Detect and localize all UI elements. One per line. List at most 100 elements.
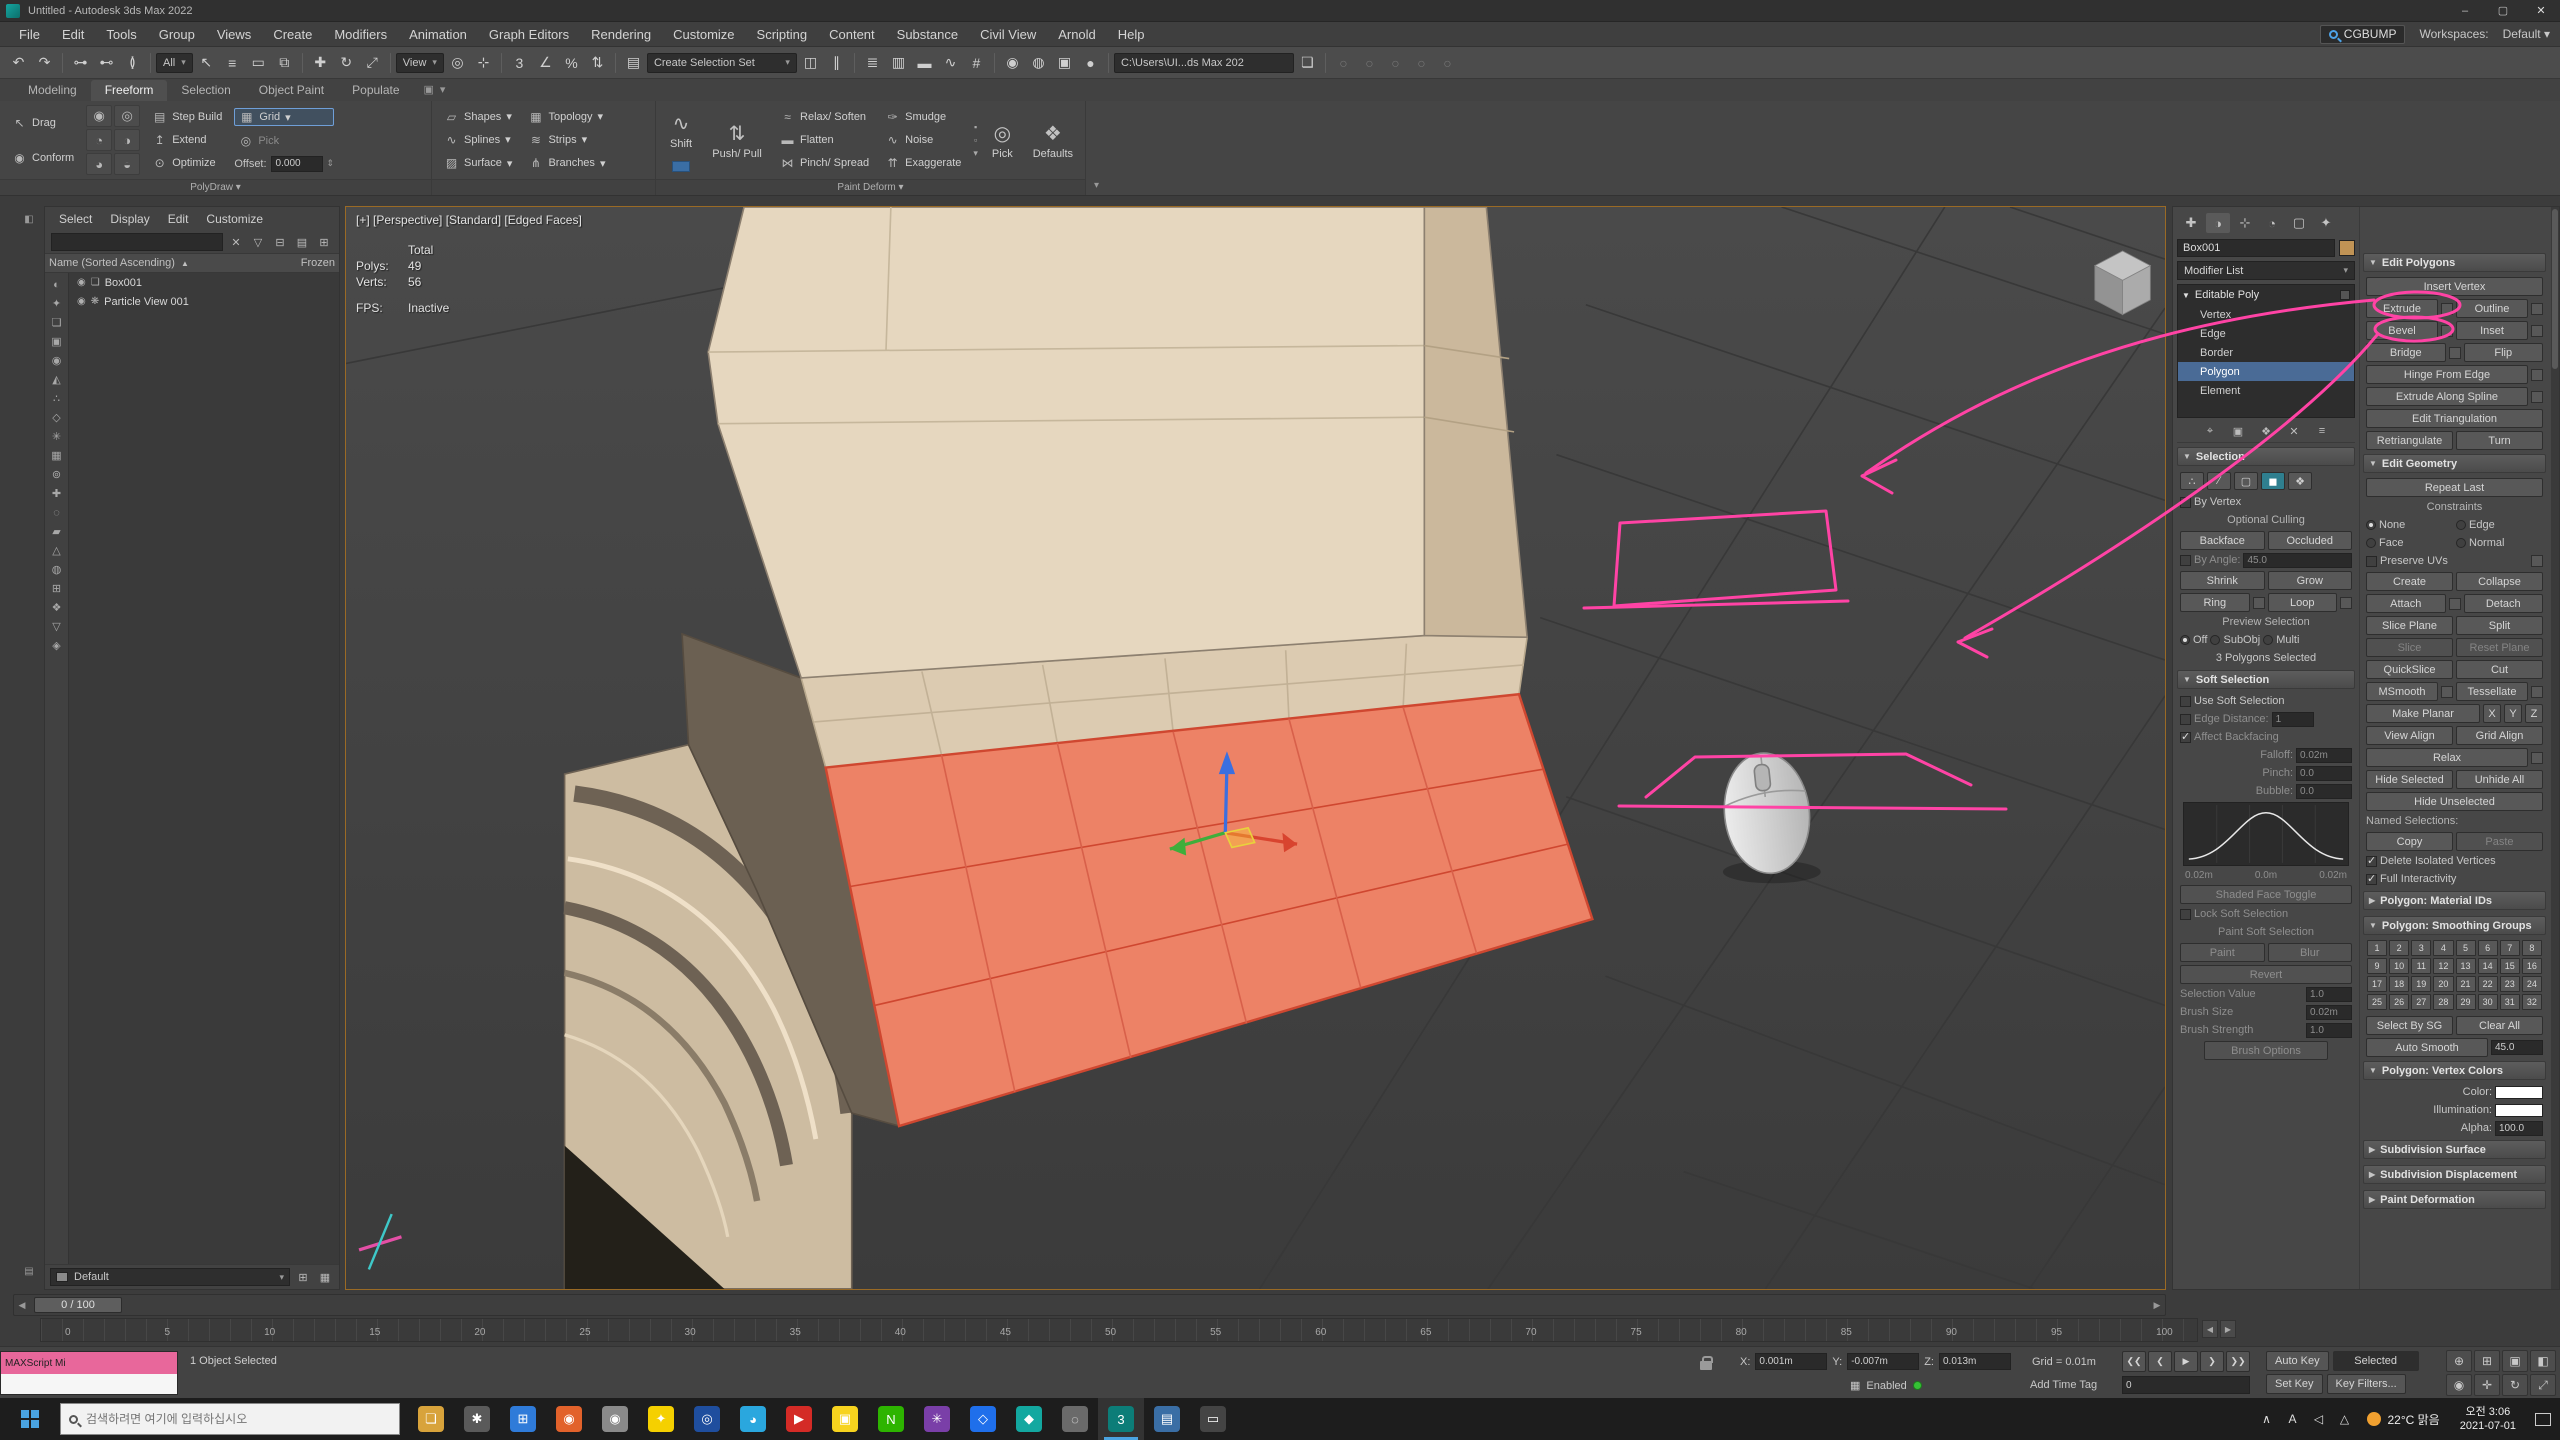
undo-icon[interactable]: ↶: [6, 51, 31, 75]
paint-deformation-rollout-header[interactable]: ▶Paint Deformation: [2363, 1190, 2546, 1209]
close-button[interactable]: ✕: [2522, 0, 2560, 22]
explorer-filter-icon[interactable]: ✦: [47, 294, 67, 313]
rectangular-selection-icon[interactable]: ▭: [246, 51, 271, 75]
ring-button[interactable]: Ring: [2180, 593, 2250, 612]
listener-line[interactable]: [1, 1374, 177, 1394]
smoothing-group-button[interactable]: 2: [2389, 940, 2409, 956]
stack-pin-icon[interactable]: [2340, 290, 2350, 300]
brush-options-button[interactable]: Brush Options: [2204, 1041, 2328, 1060]
grid-button[interactable]: ▦Grid▾: [234, 108, 334, 126]
insert-vertex-button[interactable]: Insert Vertex: [2366, 277, 2543, 296]
toolbar-separator[interactable]: [615, 53, 616, 73]
list-item[interactable]: ◉ ❏ Box001: [69, 273, 339, 292]
delete-isolated-vertices-checkbox[interactable]: [2366, 856, 2377, 867]
paint-mini-icon[interactable]: ▪: [973, 122, 978, 132]
tessellate-settings-button[interactable]: [2531, 686, 2543, 698]
smoothing-group-button[interactable]: 15: [2500, 958, 2520, 974]
explorer-filter-icon[interactable]: ✚: [47, 484, 67, 503]
network-icon[interactable]: △: [2331, 1398, 2357, 1440]
conform-brush-icon[interactable]: ◕: [86, 153, 112, 175]
disabled-sphere-icon[interactable]: ○: [1435, 51, 1460, 75]
illumination-color-swatch[interactable]: [2495, 1104, 2543, 1117]
stack-subobject-row[interactable]: Element: [2178, 381, 2354, 400]
explorer-filter-icon[interactable]: ◭: [47, 370, 67, 389]
loop-button[interactable]: Loop: [2268, 593, 2338, 612]
taskbar-app-icon[interactable]: ◉: [592, 1398, 638, 1440]
quickslice-button[interactable]: QuickSlice: [2366, 660, 2453, 679]
select-and-scale-icon[interactable]: ⤢: [360, 51, 385, 75]
track-forward-icon[interactable]: ▶: [2220, 1320, 2236, 1338]
explorer-menu-item[interactable]: Select: [51, 210, 100, 228]
explorer-filter-icon[interactable]: ▦: [47, 446, 67, 465]
smoothing-group-button[interactable]: 29: [2456, 994, 2476, 1010]
selection-rollout-header[interactable]: ▼Selection: [2177, 447, 2355, 466]
percent-snap-icon[interactable]: %: [559, 51, 584, 75]
filter-funnel-icon[interactable]: ▽: [249, 233, 267, 251]
slice-button[interactable]: Slice: [2366, 638, 2453, 657]
preview-off-radio[interactable]: [2180, 635, 2190, 645]
smoothing-group-button[interactable]: 5: [2456, 940, 2476, 956]
smoothing-groups-rollout-header[interactable]: ▼Polygon: Smoothing Groups: [2363, 916, 2546, 935]
ribbon-tab[interactable]: Object Paint: [245, 80, 338, 101]
outline-settings-button[interactable]: [2531, 303, 2543, 315]
stack-subobject-row[interactable]: Vertex: [2178, 305, 2354, 324]
noise-button[interactable]: ∿Noise: [881, 132, 965, 148]
vertex-subobject-icon[interactable]: ∴: [2180, 472, 2204, 490]
menu-item[interactable]: Group: [148, 22, 206, 47]
auto-smooth-field[interactable]: 45.0: [2491, 1040, 2543, 1055]
object-color-swatch[interactable]: [2339, 240, 2355, 256]
explorer-filter-icon[interactable]: ❖: [47, 598, 67, 617]
y-coordinate-field[interactable]: -0.007m: [1847, 1353, 1919, 1370]
toolbar-separator[interactable]: [994, 53, 995, 73]
push-pull-button[interactable]: ⇅Push/ Pull: [706, 119, 768, 162]
smoothing-group-button[interactable]: 7: [2500, 940, 2520, 956]
offset-field[interactable]: 0.000: [271, 156, 323, 172]
smoothing-group-button[interactable]: 14: [2478, 958, 2498, 974]
exaggerate-button[interactable]: ⇈Exaggerate: [881, 155, 965, 171]
smoothing-group-button[interactable]: 6: [2478, 940, 2498, 956]
occluded-button[interactable]: Occluded: [2268, 531, 2353, 550]
selection-value-field[interactable]: 1.0: [2306, 987, 2352, 1002]
clear-all-button[interactable]: Clear All: [2456, 1016, 2543, 1035]
conform-brush-icon[interactable]: ◑: [114, 129, 140, 151]
set-key-button[interactable]: Set Key: [2266, 1374, 2323, 1394]
hinge-from-edge-button[interactable]: Hinge From Edge: [2366, 365, 2528, 384]
stack-subobject-row[interactable]: Edge: [2178, 324, 2354, 343]
menu-item[interactable]: Help: [1107, 22, 1156, 47]
link-icon[interactable]: ⊶: [68, 51, 93, 75]
unhide-all-button[interactable]: Unhide All: [2456, 770, 2543, 789]
retriangulate-button[interactable]: Retriangulate: [2366, 431, 2453, 450]
smoothing-group-button[interactable]: 24: [2522, 976, 2542, 992]
viewport-layout-icon[interactable]: ◧: [20, 210, 38, 228]
edit-named-selections-icon[interactable]: ▤: [621, 51, 646, 75]
enabled-indicator[interactable]: [1913, 1381, 1922, 1390]
falloff-field[interactable]: 0.02m: [2296, 748, 2352, 763]
taskbar-app-icon[interactable]: ◆: [1006, 1398, 1052, 1440]
splines-button[interactable]: ∿Splines▾: [440, 132, 516, 148]
hierarchy-tab-icon[interactable]: ⊹: [2233, 213, 2257, 233]
explorer-filter-icon[interactable]: ◈: [47, 636, 67, 655]
viewport-label[interactable]: [+] [Perspective] [Standard] [Edged Face…: [356, 213, 582, 227]
bubble-field[interactable]: 0.0: [2296, 784, 2352, 799]
edit-polygons-rollout-header[interactable]: ▼Edit Polygons: [2363, 253, 2546, 272]
transform-lock-icon[interactable]: [1700, 1361, 1712, 1370]
explorer-filter-icon[interactable]: ∴: [47, 389, 67, 408]
disabled-sphere-icon[interactable]: ○: [1331, 51, 1356, 75]
smudge-button[interactable]: ✑Smudge: [881, 109, 965, 125]
explorer-menu-item[interactable]: Customize: [198, 210, 271, 228]
bind-to-spacewarp-icon[interactable]: ≬: [120, 51, 145, 75]
fov-icon[interactable]: ◉: [2446, 1374, 2472, 1396]
motion-tab-icon[interactable]: ◔: [2260, 213, 2284, 233]
current-frame-field[interactable]: 0: [2122, 1376, 2250, 1394]
ime-language-indicator[interactable]: A: [2279, 1398, 2305, 1440]
auto-smooth-button[interactable]: Auto Smooth: [2366, 1038, 2488, 1057]
show-end-result-icon[interactable]: ▣: [2228, 423, 2248, 439]
polygon-subobject-icon[interactable]: ◼: [2261, 472, 2285, 490]
create-button[interactable]: Create: [2366, 572, 2453, 591]
subdivision-displacement-rollout-header[interactable]: ▶Subdivision Displacement: [2363, 1165, 2546, 1184]
panel-scrollbar[interactable]: [2551, 207, 2559, 1289]
topology-button[interactable]: ▦Topology▾: [524, 109, 609, 125]
explorer-filter-icon[interactable]: ◇: [47, 408, 67, 427]
display-tab-icon[interactable]: ▢: [2287, 213, 2311, 233]
soft-selection-rollout-header[interactable]: ▼Soft Selection: [2177, 670, 2355, 689]
